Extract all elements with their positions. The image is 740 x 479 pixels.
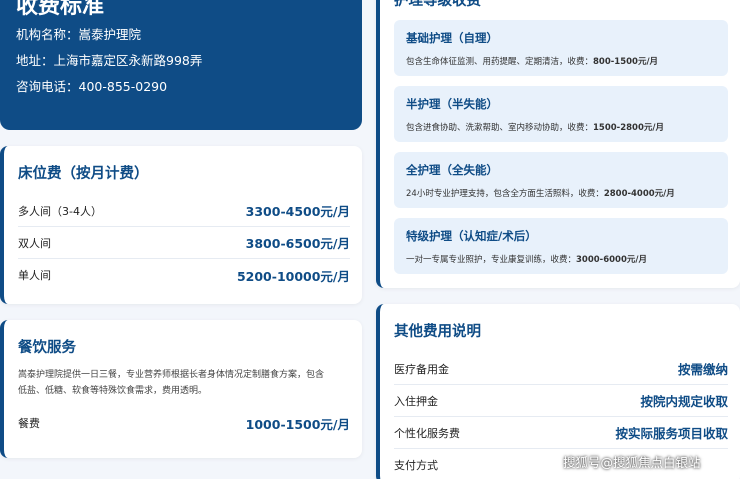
- institution-name: 机构名称：嵩泰护理院: [16, 27, 142, 42]
- care-name: 半护理（半失能）: [406, 97, 498, 111]
- phone: 咨询电话：400-855-0290: [16, 79, 168, 94]
- watermark: 搜狐号@搜狐焦点白银站: [563, 455, 701, 470]
- row-price: 3800-6500元/月: [245, 236, 350, 251]
- table-row: 双人间 3800-6500元/月: [18, 227, 350, 259]
- care-name: 特级护理（认知症/术后）: [406, 229, 537, 243]
- row-label: 多人间（3-4人）: [18, 204, 102, 218]
- table-row: 单人间 5200-10000元/月: [18, 259, 350, 291]
- row-price: 1000-1500元/月: [245, 416, 350, 432]
- food-desc-line: 嵩泰护理院提供一日三餐，专业营养师根据长者身体情况定制膳食方案，包含: [18, 370, 325, 380]
- care-desc: 一对一专属专业照护，专业康复训练，收费：3000-6000元/月: [406, 255, 647, 265]
- table-row: 个性化服务费 按实际服务项目收取: [394, 417, 728, 449]
- care-level-card: 护理等级收费 基础护理（自理） 包含生命体征监测、用药提醒、定期清洁，收费：80…: [376, 0, 740, 288]
- row-price: 按院内规定收取: [640, 394, 728, 409]
- bed-fee-title: 床位费（按月计费）: [18, 166, 149, 182]
- row-price: 按实际服务项目收取: [615, 426, 728, 441]
- row-label: 餐费: [18, 417, 40, 430]
- list-item: 全护理（全失能） 24小时专业护理支持，包含全方面生活照料，收费：2800-40…: [394, 152, 728, 208]
- row-label: 支付方式: [394, 459, 438, 472]
- list-item: 特级护理（认知症/术后） 一对一专属专业照护，专业康复训练，收费：3000-60…: [394, 218, 728, 274]
- table-row: 多人间（3-4人） 3300-4500元/月: [18, 195, 350, 227]
- other-fees-title: 其他费用说明: [394, 324, 481, 340]
- food-desc-line: 低盐、低糖、软食等特殊饮食需求，费用透明。: [18, 386, 208, 396]
- table-row: 餐费 1000-1500元/月: [18, 407, 350, 439]
- food-card: 餐饮服务 嵩泰护理院提供一日三餐，专业营养师根据长者身体情况定制膳食方案，包含 …: [0, 320, 362, 458]
- row-label: 双人间: [18, 236, 51, 250]
- header-card: 收费标准 机构名称：嵩泰护理院 地址：上海市嘉定区永新路998弄 咨询电话：40…: [0, 0, 362, 130]
- bed-fee-card: 床位费（按月计费） 多人间（3-4人） 3300-4500元/月 双人间 380…: [0, 146, 362, 304]
- table-row: 医疗备用金 按需缴纳: [394, 353, 728, 385]
- row-price: 3300-4500元/月: [245, 204, 350, 219]
- list-item: 半护理（半失能） 包含进食协助、洗漱帮助、室内移动协助，收费：1500-2800…: [394, 86, 728, 142]
- table-row: 入住押金 按院内规定收取: [394, 385, 728, 417]
- food-title: 餐饮服务: [18, 340, 76, 356]
- row-price: 5200-10000元/月: [236, 268, 350, 284]
- address: 地址：上海市嘉定区永新路998弄: [16, 53, 203, 68]
- row-label: 单人间: [18, 269, 51, 282]
- care-name: 基础护理（自理）: [406, 31, 498, 45]
- page-title: 收费标准: [16, 0, 105, 19]
- list-item: 基础护理（自理） 包含生命体征监测、用药提醒、定期清洁，收费：800-1500元…: [394, 20, 728, 76]
- row-label: 入住押金: [394, 394, 438, 408]
- row-label: 个性化服务费: [394, 426, 460, 440]
- care-title: 护理等级收费: [394, 0, 481, 9]
- care-desc: 包含进食协助、洗漱帮助、室内移动协助，收费：1500-2800元/月: [406, 123, 664, 133]
- care-desc: 24小时专业护理支持，包含全方面生活照料，收费：2800-4000元/月: [406, 189, 675, 199]
- row-label: 医疗备用金: [394, 362, 449, 376]
- row-price: 按需缴纳: [677, 362, 728, 377]
- care-desc: 包含生命体征监测、用药提醒、定期清洁，收费：800-1500元/月: [406, 57, 659, 67]
- care-name: 全护理（全失能）: [406, 163, 498, 177]
- food-description: 嵩泰护理院提供一日三餐，专业营养师根据长者身体情况定制膳食方案，包含 低盐、低糖…: [18, 367, 350, 399]
